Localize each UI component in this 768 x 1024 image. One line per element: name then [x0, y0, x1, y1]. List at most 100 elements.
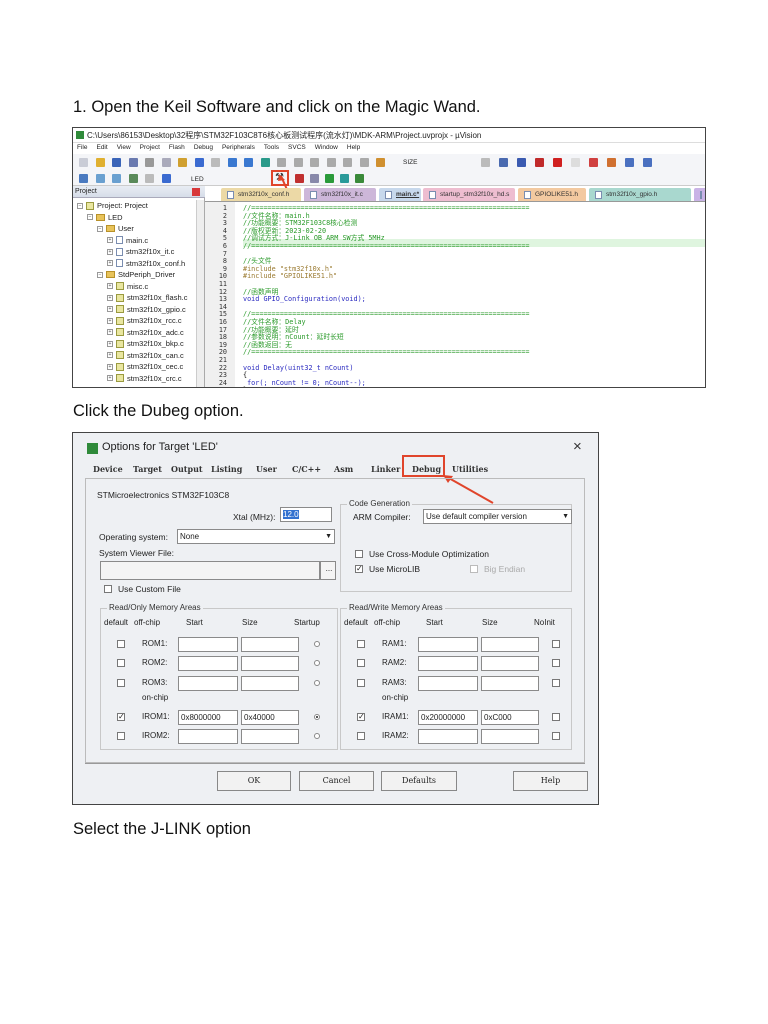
tab-target[interactable]: Target: [133, 464, 162, 474]
tree-item[interactable]: − LED: [87, 212, 123, 223]
menu-item-flash[interactable]: Flash: [169, 144, 185, 154]
default-checkbox[interactable]: [117, 732, 125, 740]
tree-item[interactable]: + stm32f10x_it.c: [107, 246, 174, 257]
size-input[interactable]: 0xC000: [481, 710, 539, 725]
toolbar-icon[interactable]: [95, 158, 105, 167]
file-tab[interactable]: stm32f10x_conf.h: [221, 188, 301, 201]
startup-radio[interactable]: [314, 733, 320, 739]
default-checkbox[interactable]: [357, 732, 365, 740]
menu-item-view[interactable]: View: [117, 144, 131, 154]
expand-icon[interactable]: +: [107, 237, 113, 243]
toolbar-icon[interactable]: [95, 174, 105, 183]
toolbar-icon[interactable]: [79, 158, 88, 167]
default-checkbox[interactable]: ✓: [357, 713, 365, 721]
tree-item[interactable]: + stm32f10x_gpio.c: [107, 304, 186, 315]
size-input[interactable]: [481, 729, 539, 744]
svf-input[interactable]: [100, 561, 320, 580]
start-input[interactable]: [178, 676, 238, 691]
tab-device[interactable]: Device: [93, 464, 123, 474]
ok-button[interactable]: OK: [217, 771, 291, 791]
compiler-select[interactable]: Use default compiler version ▼: [423, 509, 572, 524]
tree-item[interactable]: − User: [97, 223, 134, 234]
expand-icon[interactable]: +: [107, 329, 113, 335]
tree-item[interactable]: + stm32f10x_conf.h: [107, 258, 185, 269]
start-input[interactable]: [418, 676, 478, 691]
start-input[interactable]: 0x20000000: [418, 710, 478, 725]
tab-listing[interactable]: Listing: [211, 464, 242, 474]
toolbar-icon[interactable]: [128, 174, 138, 183]
startup-radio[interactable]: [314, 641, 320, 647]
startup-radio[interactable]: [314, 714, 320, 720]
expand-icon[interactable]: +: [107, 260, 113, 266]
cancel-button[interactable]: Cancel: [299, 771, 374, 791]
toolbar-icon[interactable]: [79, 174, 88, 183]
tab-user[interactable]: User: [256, 464, 277, 474]
defaults-button[interactable]: Defaults: [381, 771, 457, 791]
noinit-checkbox[interactable]: [552, 659, 560, 667]
file-tab[interactable]: stm32f10x_it.c: [304, 188, 376, 201]
expand-icon[interactable]: +: [107, 375, 113, 381]
startup-radio[interactable]: [314, 680, 320, 686]
tree-item[interactable]: + stm32f10x_rcc.c: [107, 315, 182, 326]
expand-icon[interactable]: −: [97, 225, 103, 232]
file-tab[interactable]: startup_stm32f10x_hd.s: [423, 188, 515, 201]
tab-asm[interactable]: Asm: [334, 464, 353, 474]
menu-item-edit[interactable]: Edit: [96, 144, 107, 154]
microlib-checkbox[interactable]: ✓: [355, 565, 363, 573]
toolbar-icon[interactable]: [161, 158, 171, 167]
size-input[interactable]: [481, 676, 539, 691]
start-input[interactable]: 0x8000000: [178, 710, 238, 725]
noinit-checkbox[interactable]: [552, 640, 560, 648]
size-input[interactable]: 0x40000: [241, 710, 299, 725]
tab-utilities[interactable]: Utilities: [452, 464, 488, 474]
toolbar-icon[interactable]: [145, 158, 154, 167]
size-input[interactable]: [241, 729, 299, 744]
default-checkbox[interactable]: [357, 640, 365, 648]
start-input[interactable]: [418, 656, 478, 671]
expand-icon[interactable]: +: [107, 294, 113, 301]
start-input[interactable]: [178, 729, 238, 744]
toolbar-icon[interactable]: [178, 158, 187, 167]
expand-icon[interactable]: +: [107, 363, 113, 370]
default-checkbox[interactable]: ✓: [117, 713, 125, 721]
start-input[interactable]: [178, 656, 238, 671]
toolbar-icon[interactable]: [161, 174, 171, 183]
expand-icon[interactable]: +: [107, 317, 113, 324]
expand-icon[interactable]: +: [107, 352, 113, 358]
expand-icon[interactable]: −: [77, 202, 83, 209]
startup-radio[interactable]: [314, 660, 320, 666]
menu-item-project[interactable]: Project: [140, 144, 160, 154]
tree-item[interactable]: + stm32f10x_crc.c: [107, 373, 182, 384]
noinit-checkbox[interactable]: [552, 713, 560, 721]
custom-file-checkbox[interactable]: [104, 585, 112, 593]
toolbar-icon[interactable]: [145, 174, 154, 183]
xtal-input[interactable]: 12.0: [280, 507, 332, 522]
close-pane-icon[interactable]: [192, 188, 200, 196]
help-button[interactable]: Help: [513, 771, 588, 791]
close-icon[interactable]: ×: [573, 438, 582, 455]
menu-item-file[interactable]: File: [77, 144, 87, 154]
os-select[interactable]: None ▼: [177, 529, 335, 544]
tree-scrollbar[interactable]: [196, 200, 204, 387]
tree-item[interactable]: + stm32f10x_cec.c: [107, 361, 183, 372]
tree-item[interactable]: + misc.c: [107, 281, 148, 292]
default-checkbox[interactable]: [357, 679, 365, 687]
file-tab[interactable]: stm32f: [694, 188, 705, 201]
tree-item[interactable]: + stm32f10x_flash.c: [107, 292, 187, 303]
target-select[interactable]: LED: [191, 176, 204, 183]
start-input[interactable]: [178, 637, 238, 652]
tab-cc[interactable]: C/C++: [292, 464, 321, 474]
expand-icon[interactable]: +: [107, 306, 113, 312]
default-checkbox[interactable]: [357, 659, 365, 667]
tree-item[interactable]: − StdPeriph_Driver: [97, 269, 175, 280]
size-input[interactable]: [241, 656, 299, 671]
tab-linker[interactable]: Linker: [371, 464, 400, 474]
size-input[interactable]: [481, 637, 539, 652]
tree-item[interactable]: + main.c: [107, 235, 148, 246]
start-input[interactable]: [418, 729, 478, 744]
tree-item[interactable]: + stm32f10x_can.c: [107, 350, 184, 361]
expand-icon[interactable]: −: [97, 271, 103, 278]
expand-icon[interactable]: +: [107, 283, 113, 289]
size-input[interactable]: [481, 656, 539, 671]
tree-item[interactable]: + stm32f10x_bkp.c: [107, 338, 184, 349]
